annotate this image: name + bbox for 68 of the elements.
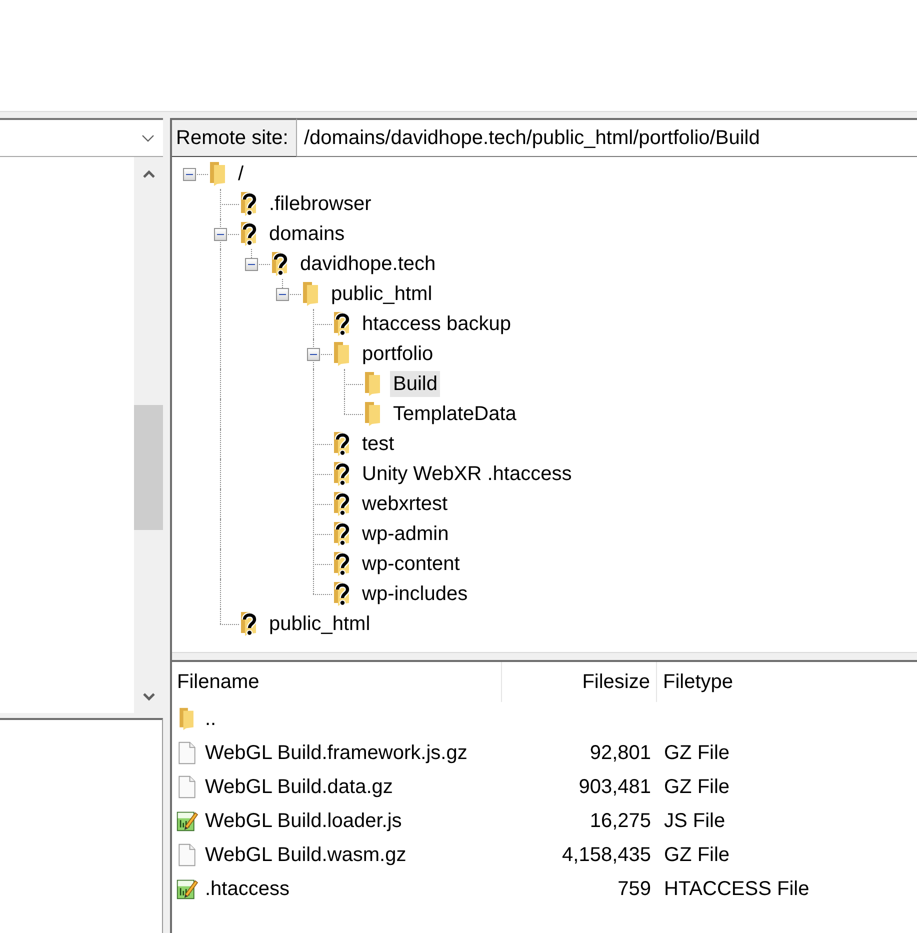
collapse-toggle[interactable]	[183, 168, 196, 181]
file-icon	[176, 741, 198, 765]
file-type: HTACCESS File	[664, 878, 810, 900]
folder-question-icon	[332, 461, 352, 487]
folder-question-icon	[270, 251, 290, 277]
chevron-down-icon[interactable]	[142, 693, 154, 701]
file-name[interactable]: WebGL Build.wasm.gz	[205, 844, 406, 866]
file-type: GZ File	[664, 776, 730, 798]
file-type: GZ File	[664, 742, 730, 764]
folder-question-icon	[332, 491, 352, 517]
folder-question-icon	[239, 221, 259, 247]
tree-item[interactable]: Unity WebXR .htaccess	[359, 461, 575, 487]
file-name[interactable]: WebGL Build.loader.js	[205, 810, 402, 832]
folder-icon	[363, 401, 383, 427]
collapse-toggle[interactable]	[307, 348, 320, 361]
file-name[interactable]: WebGL Build.framework.js.gz	[205, 742, 468, 764]
tree-item[interactable]: wp-content	[359, 551, 463, 577]
file-icon	[176, 775, 198, 799]
tree-item[interactable]: TemplateData	[390, 401, 520, 427]
tree-item[interactable]: webxrtest	[359, 491, 451, 517]
tree-item[interactable]: htaccess backup	[359, 311, 514, 337]
folder-icon	[332, 341, 352, 367]
tree-item[interactable]: domains	[266, 221, 348, 247]
tree-item[interactable]: public_html	[266, 611, 374, 637]
tree-item[interactable]: .filebrowser	[266, 191, 374, 217]
folder-question-icon	[332, 551, 352, 577]
tree-item[interactable]: test	[359, 431, 398, 457]
collapse-toggle[interactable]	[214, 228, 227, 241]
file-name[interactable]: .htaccess	[205, 878, 290, 900]
tree-item[interactable]: /	[235, 161, 247, 187]
file-icon	[176, 843, 198, 867]
path-dropdown[interactable]	[0, 118, 163, 157]
tree-item[interactable]: wp-includes	[359, 581, 471, 607]
collapse-toggle[interactable]	[276, 288, 289, 301]
tree-item[interactable]: portfolio	[359, 341, 436, 367]
chevron-down-icon[interactable]	[142, 134, 154, 142]
folder-icon	[301, 281, 321, 307]
file-size: 903,481	[578, 776, 651, 798]
file-size: 92,801	[590, 742, 651, 764]
folder-question-icon	[332, 311, 352, 337]
remote-path-field[interactable]: /domains/davidhope.tech/public_html/portfolio/Build	[297, 118, 917, 157]
folder-question-icon	[332, 581, 352, 607]
file-size: 4,158,435	[562, 844, 651, 866]
tree-item[interactable]: public_html	[328, 281, 436, 307]
file-name[interactable]: WebGL Build.data.gz	[205, 776, 393, 798]
folder-icon	[208, 161, 228, 187]
folder-question-icon	[239, 191, 259, 217]
column-header[interactable]: Filetype	[657, 662, 917, 702]
folder-question-icon	[332, 431, 352, 457]
collapse-toggle[interactable]	[245, 258, 258, 271]
file-type: GZ File	[664, 844, 730, 866]
document-pencil-icon	[176, 877, 198, 901]
folder-question-icon	[332, 521, 352, 547]
scrollbar-thumb[interactable]	[134, 405, 163, 530]
folder-icon	[363, 371, 383, 397]
file-type: JS File	[664, 810, 726, 832]
file-name[interactable]: ..	[205, 708, 216, 730]
file-size: 759	[618, 878, 651, 900]
folder-question-icon	[239, 611, 259, 637]
file-size: 16,275	[590, 810, 651, 832]
remote-site-label: Remote site:	[172, 118, 297, 157]
chevron-up-icon[interactable]	[142, 170, 154, 178]
tree-item[interactable]: wp-admin	[359, 521, 452, 547]
column-header[interactable]: Filesize	[502, 662, 657, 702]
tree-item[interactable]: Build	[390, 371, 440, 397]
column-header[interactable]: Filename	[172, 662, 502, 702]
tree-item[interactable]: davidhope.tech	[297, 251, 439, 277]
document-pencil-icon	[176, 809, 198, 833]
